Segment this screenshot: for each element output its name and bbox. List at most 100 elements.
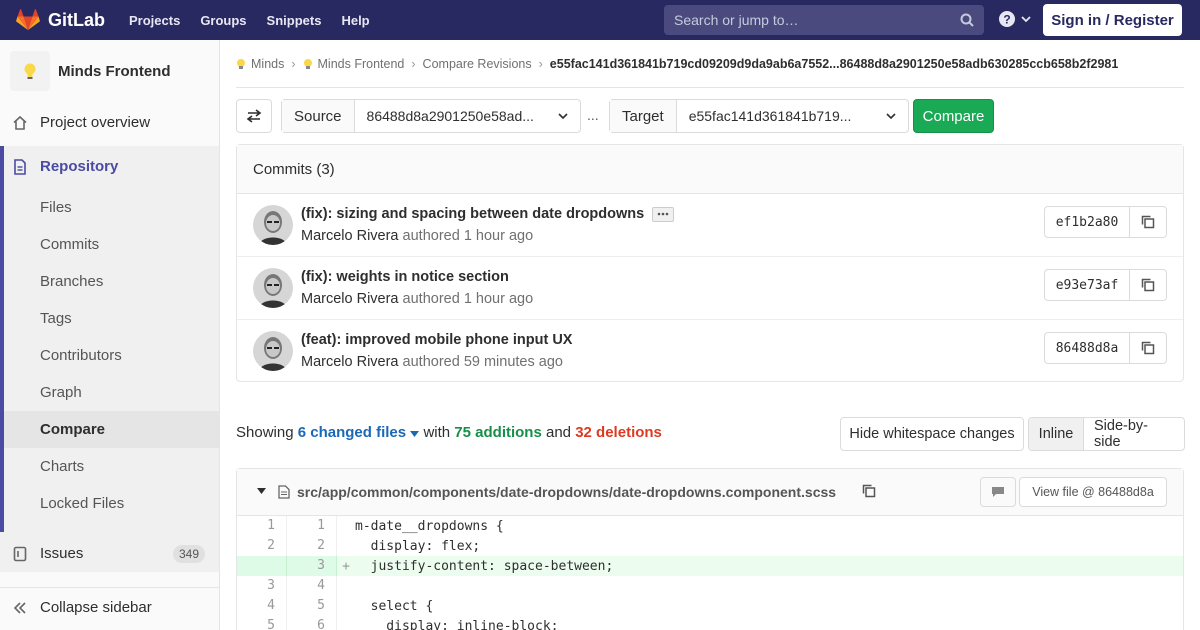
sidebar: Minds Frontend Project overview Reposito… xyxy=(0,40,220,630)
copy-sha-button[interactable] xyxy=(1130,333,1166,363)
diff-summary: Showing 6 changed files with 75 addition… xyxy=(236,424,662,441)
new-line-number[interactable]: 1 xyxy=(287,516,337,536)
compare-button[interactable]: Compare xyxy=(913,99,994,133)
user-avatar-icon xyxy=(253,205,293,245)
inline-view-button[interactable]: Inline xyxy=(1029,418,1084,450)
sidebar-item-project-overview[interactable]: Project overview xyxy=(0,104,219,141)
commit-time: 59 minutes ago xyxy=(463,354,563,370)
old-line-number[interactable]: 3 xyxy=(237,576,287,596)
diff-line: 2 2 display: flex; xyxy=(237,536,1183,556)
sidebar-item-contributors[interactable]: Contributors xyxy=(4,337,219,374)
sidebar-project[interactable]: Minds Frontend xyxy=(0,40,219,102)
nav-snippets[interactable]: Snippets xyxy=(267,13,322,28)
view-file-button[interactable]: View file @ 86488d8a xyxy=(1019,477,1167,507)
sign-in-register-button[interactable]: Sign in / Register xyxy=(1043,4,1182,36)
commit-row: (feat): improved mobile phone input UX M… xyxy=(237,320,1183,383)
swap-revisions-button[interactable] xyxy=(236,99,272,133)
search-box[interactable] xyxy=(664,5,984,35)
nav-links: Projects Groups Snippets Help xyxy=(129,0,390,40)
toggle-comments-button[interactable] xyxy=(980,477,1016,507)
commits-header: Commits (3) xyxy=(237,145,1183,194)
swap-arrows-icon xyxy=(246,109,262,123)
source-ref-selector[interactable]: Source 86488d8a2901250e58ad... xyxy=(281,99,581,133)
commit-author[interactable]: Marcelo Rivera xyxy=(301,291,399,307)
copy-icon xyxy=(1141,215,1155,229)
line-code: m-date__dropdowns { xyxy=(355,518,504,534)
line-code: display: flex; xyxy=(355,538,481,554)
sidebar-item-issues[interactable]: Issues 349 xyxy=(0,535,219,572)
copy-sha-button[interactable] xyxy=(1130,207,1166,237)
old-line-number[interactable]: 1 xyxy=(237,516,287,536)
new-line-number[interactable]: 3 xyxy=(287,556,337,576)
copy-icon[interactable] xyxy=(862,484,876,498)
commit-author[interactable]: Marcelo Rivera xyxy=(301,354,399,370)
lightbulb-icon xyxy=(237,58,245,69)
sidebar-item-label: Project overview xyxy=(40,114,151,131)
source-ref-dropdown[interactable]: 86488d8a2901250e58ad... xyxy=(355,100,580,132)
sidebar-item-tags[interactable]: Tags xyxy=(4,300,219,337)
nav-help[interactable]: Help xyxy=(341,13,369,28)
commit-sha[interactable]: e93e73af xyxy=(1045,270,1130,300)
breadcrumb-minds-frontend[interactable]: Minds Frontend xyxy=(318,57,405,71)
target-ref-dropdown[interactable]: e55fac141d361841b719... xyxy=(677,100,908,132)
gitlab-logo-link[interactable]: GitLab xyxy=(16,0,105,40)
sidebar-item-locked-files[interactable]: Locked Files xyxy=(4,485,219,522)
new-line-number[interactable]: 2 xyxy=(287,536,337,556)
diff-line: 1 1 m-date__dropdowns { xyxy=(237,516,1183,536)
sidebar-item-graph[interactable]: Graph xyxy=(4,374,219,411)
side-by-side-view-button[interactable]: Side-by-side xyxy=(1084,418,1184,450)
nav-groups[interactable]: Groups xyxy=(200,13,246,28)
changed-files-dropdown[interactable]: 6 changed files xyxy=(298,424,420,441)
breadcrumb-compare-revisions[interactable]: Compare Revisions xyxy=(423,57,532,71)
commit-sha[interactable]: ef1b2a80 xyxy=(1045,207,1130,237)
question-circle-icon: ? xyxy=(999,11,1015,27)
target-ref-selector[interactable]: Target e55fac141d361841b719... xyxy=(609,99,909,133)
copy-icon xyxy=(1141,341,1155,355)
chevron-right-icon: › xyxy=(291,56,296,71)
caret-down-icon[interactable] xyxy=(257,488,266,494)
sidebar-item-branches[interactable]: Branches xyxy=(4,263,219,300)
new-line-number[interactable]: 4 xyxy=(287,576,337,596)
project-avatar xyxy=(10,51,50,91)
old-line-number[interactable]: 2 xyxy=(237,536,287,556)
sidebar-item-repository[interactable]: Repository xyxy=(0,148,219,185)
commit-row: (fix): weights in notice section Marcelo… xyxy=(237,257,1183,320)
sidebar-item-files[interactable]: Files xyxy=(4,189,219,226)
nav-projects[interactable]: Projects xyxy=(129,13,180,28)
commit-title[interactable]: (fix): sizing and spacing between date d… xyxy=(301,206,675,222)
commit-time: 1 hour ago xyxy=(463,228,534,244)
old-line-number[interactable]: 4 xyxy=(237,596,287,616)
sidebar-item-commits[interactable]: Commits xyxy=(4,226,219,263)
avatar[interactable] xyxy=(253,268,293,308)
sidebar-item-compare[interactable]: Compare xyxy=(4,411,219,448)
old-line-number[interactable] xyxy=(237,556,287,576)
diff-file: src/app/common/components/date-dropdowns… xyxy=(236,468,1184,630)
copy-sha-button[interactable] xyxy=(1130,270,1166,300)
search-input[interactable] xyxy=(674,12,944,28)
new-line-number[interactable]: 5 xyxy=(287,596,337,616)
commit-author[interactable]: Marcelo Rivera xyxy=(301,228,399,244)
breadcrumb-minds[interactable]: Minds xyxy=(251,57,284,71)
commit-sha[interactable]: 86488d8a xyxy=(1045,333,1130,363)
commit-sha-group: 86488d8a xyxy=(1044,332,1167,364)
sidebar-item-charts[interactable]: Charts xyxy=(4,448,219,485)
commit-meta: Marcelo Rivera authored 1 hour ago xyxy=(301,228,534,244)
collapse-sidebar-button[interactable]: Collapse sidebar xyxy=(0,587,219,627)
added-sign: + xyxy=(342,558,350,574)
additions-count: 75 additions xyxy=(454,424,542,441)
commit-title[interactable]: (feat): improved mobile phone input UX xyxy=(301,332,572,348)
avatar[interactable] xyxy=(253,205,293,245)
avatar[interactable] xyxy=(253,331,293,371)
hide-whitespace-button[interactable]: Hide whitespace changes xyxy=(840,417,1024,451)
old-line-number[interactable]: 5 xyxy=(237,616,287,630)
commit-title[interactable]: (fix): weights in notice section xyxy=(301,269,509,285)
toggle-commit-description-button[interactable] xyxy=(652,206,675,222)
commit-sha-group: ef1b2a80 xyxy=(1044,206,1167,238)
help-dropdown[interactable]: ? xyxy=(998,10,1031,28)
breadcrumb-current[interactable]: e55fac141d361841b719cd09209d9da9ab6a7552… xyxy=(550,57,1119,71)
source-label: Source xyxy=(282,100,355,132)
diff-file-path[interactable]: src/app/common/components/date-dropdowns… xyxy=(297,484,836,500)
new-line-number[interactable]: 6 xyxy=(287,616,337,630)
sidebar-item-label: Collapse sidebar xyxy=(40,599,152,616)
diff-line: 4 5 select { xyxy=(237,596,1183,616)
